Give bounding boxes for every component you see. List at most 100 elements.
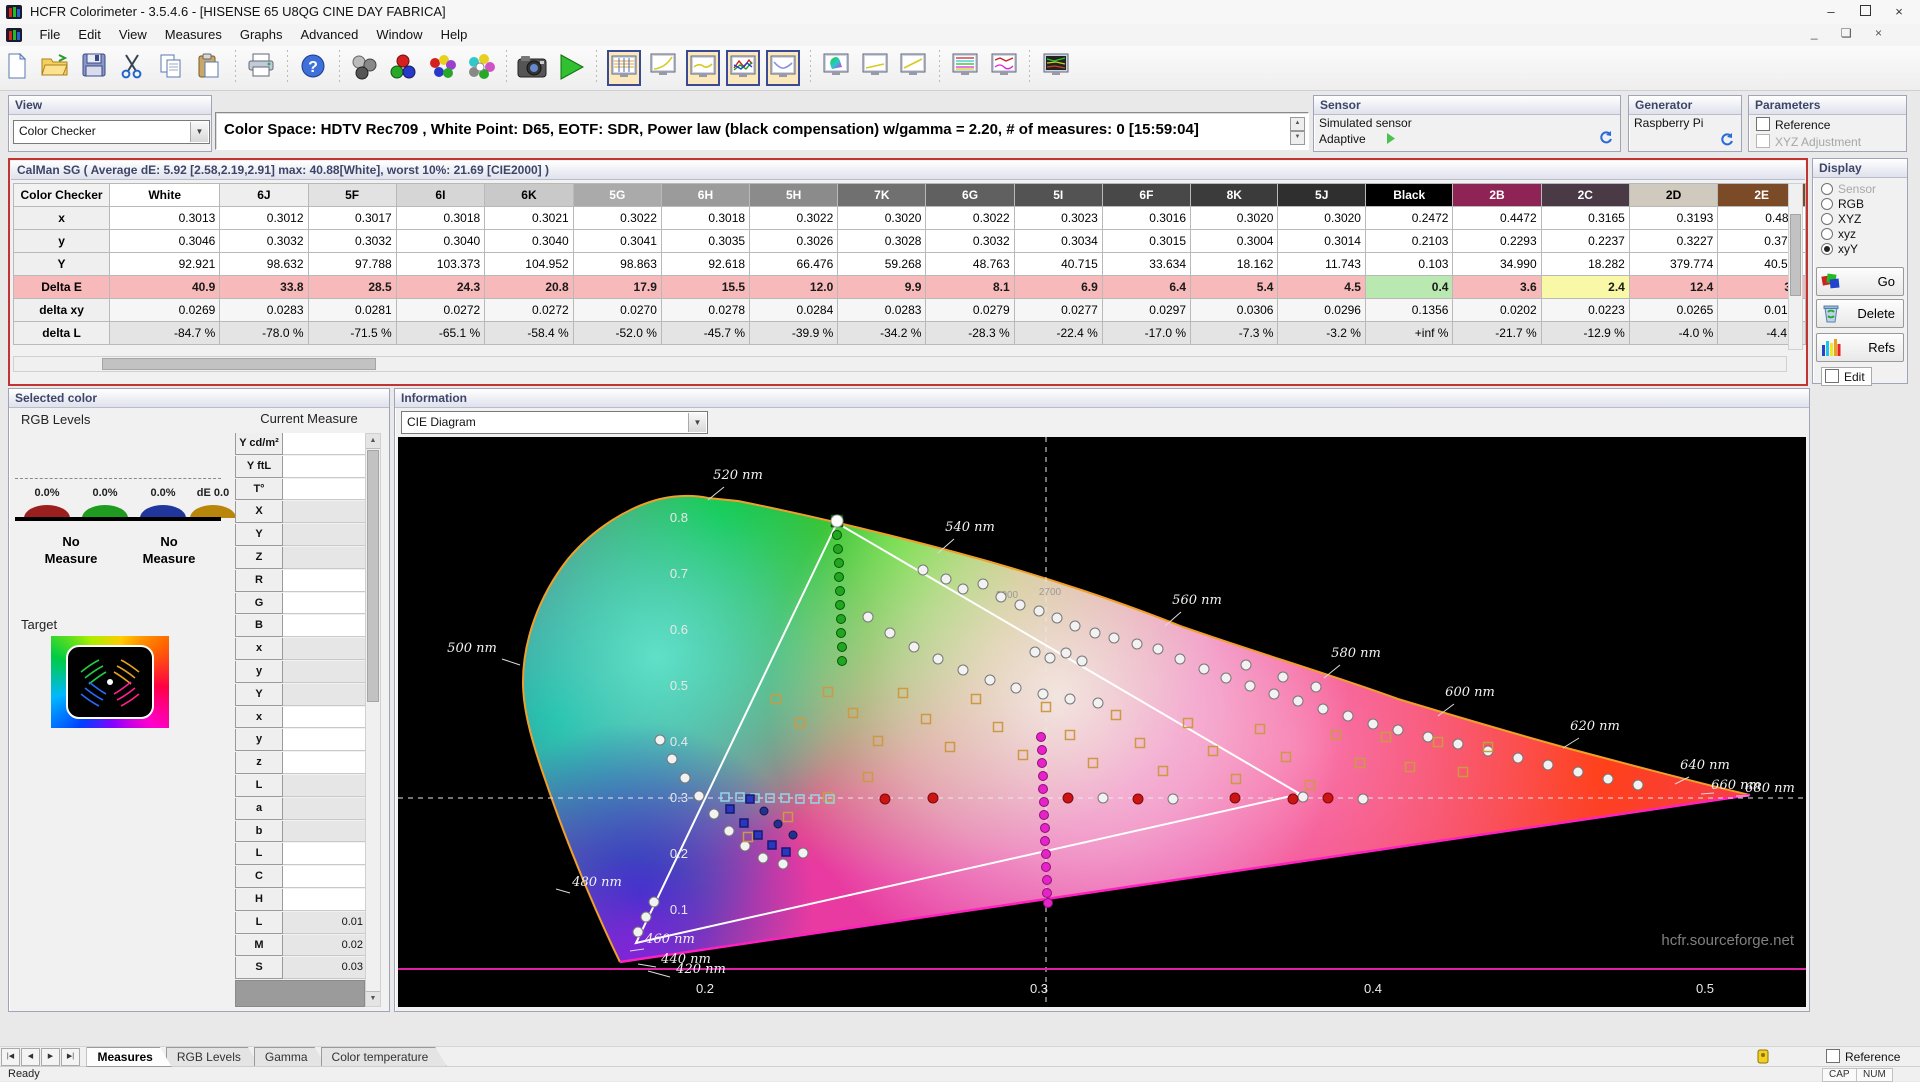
current-measure-value[interactable] — [283, 820, 368, 843]
current-measure-value[interactable] — [283, 889, 368, 911]
measure-cell[interactable]: 0.0272 — [484, 298, 574, 322]
paste-icon[interactable] — [193, 50, 225, 84]
current-measure-value[interactable] — [283, 866, 368, 888]
measure-cell[interactable]: 0.3040 — [395, 229, 486, 253]
current-measure-value[interactable] — [283, 501, 368, 524]
measure-cell[interactable]: 0.0272 — [395, 298, 486, 322]
measure-cell[interactable]: 0.3014 — [1277, 229, 1366, 253]
measure-cell[interactable]: 0.3193 — [1628, 206, 1719, 230]
measure-cell[interactable]: 0.0284 — [749, 298, 839, 322]
view-dark-chart-icon[interactable] — [1040, 50, 1072, 84]
current-measure-value[interactable] — [283, 478, 368, 501]
measure-cell[interactable]: -17.0 % — [1101, 321, 1192, 345]
measure-cell[interactable]: 0.0283 — [837, 298, 927, 322]
current-measure-value[interactable] — [283, 638, 368, 660]
reference-checkbox[interactable]: Reference — [1756, 117, 1830, 132]
measure-cell[interactable]: -58.4 % — [484, 321, 574, 345]
current-measure-value[interactable] — [283, 661, 368, 683]
measure-cell[interactable]: 0.3021 — [484, 206, 574, 230]
measure-cell[interactable]: 0.0277 — [1013, 298, 1103, 322]
tab-measures[interactable]: Measures — [86, 1047, 171, 1067]
measure-cell[interactable]: -45.7 % — [660, 321, 751, 345]
measure-cell[interactable]: 0.3165 — [1540, 206, 1630, 230]
current-measure-value[interactable] — [283, 775, 368, 797]
display-radio-xyz[interactable]: xyz — [1821, 228, 1907, 241]
measure-cell[interactable]: -12.9 % — [1540, 321, 1630, 345]
measure-cell[interactable]: 0.3041 — [572, 229, 662, 253]
measure-cell[interactable]: 33.634 — [1101, 252, 1192, 276]
measure-cell[interactable]: -28.3 % — [925, 321, 1015, 345]
next-tab-button[interactable]: ▶ — [41, 1048, 60, 1066]
measure-cell[interactable]: 0.3026 — [749, 229, 839, 253]
measure-cell[interactable]: 92.618 — [660, 252, 751, 276]
measure-cell[interactable]: 379.774 — [1628, 252, 1719, 276]
measure-cell[interactable]: -39.9 % — [749, 321, 839, 345]
measure-cell[interactable]: 24.3 — [395, 275, 486, 299]
measure-cell[interactable]: 92.921 — [109, 252, 221, 276]
current-measure-value[interactable] — [283, 752, 368, 774]
measure-cell[interactable]: 0.2103 — [1364, 229, 1454, 253]
sensor-balls-rgb-icon[interactable] — [387, 50, 419, 84]
measure-cell[interactable]: 97.788 — [307, 252, 397, 276]
measure-cell[interactable]: 0.3035 — [660, 229, 751, 253]
measure-cell[interactable]: 0.3022 — [749, 206, 839, 230]
column-header-6g[interactable]: 6G — [925, 183, 1015, 207]
column-header-5f[interactable]: 5F — [307, 183, 397, 207]
measure-cell[interactable]: -78.0 % — [219, 321, 309, 345]
measure-cell[interactable]: 0.3012 — [219, 206, 309, 230]
measure-cell[interactable]: -22.4 % — [1013, 321, 1103, 345]
measure-cell[interactable]: 0.0223 — [1540, 298, 1630, 322]
measure-cell[interactable]: 12.4 — [1628, 275, 1719, 299]
menu-help[interactable]: Help — [432, 24, 477, 45]
measure-cell[interactable]: -7.3 % — [1189, 321, 1279, 345]
measure-cell[interactable]: 34.990 — [1452, 252, 1542, 276]
current-measure-value[interactable] — [283, 592, 368, 615]
measure-cell[interactable]: 0.4 — [1364, 275, 1454, 299]
delete-button[interactable]: Delete — [1816, 299, 1904, 328]
reference-bottom-checkbox[interactable]: Reference — [1826, 1049, 1900, 1064]
measure-cell[interactable]: -34.2 % — [837, 321, 927, 345]
view-multiline-icon[interactable] — [949, 50, 981, 84]
measure-cell[interactable]: 0.3046 — [109, 229, 221, 253]
measure-cell[interactable]: 40.715 — [1013, 252, 1103, 276]
measure-cell[interactable]: 0.3040 — [484, 229, 574, 253]
measure-cell[interactable]: 0.2237 — [1540, 229, 1630, 253]
display-radio-xyz[interactable]: XYZ — [1821, 213, 1907, 226]
column-header-7k[interactable]: 7K — [837, 183, 927, 207]
column-header-6k[interactable]: 6K — [484, 183, 574, 207]
copy-icon[interactable] — [155, 50, 187, 84]
measure-cell[interactable]: 0.3020 — [1277, 206, 1366, 230]
current-measure-scrollbar[interactable]: ▲ ▼ — [365, 433, 381, 1007]
chevron-down-icon[interactable]: ▼ — [688, 413, 706, 432]
column-header-white[interactable]: White — [109, 183, 221, 207]
mdi-window-buttons[interactable]: _ ❏ × — [1811, 26, 1892, 40]
measure-cell[interactable]: 4.5 — [1277, 275, 1366, 299]
measure-cell[interactable]: 18.162 — [1189, 252, 1279, 276]
current-measure-value[interactable]: 0.03 — [283, 957, 368, 980]
current-measure-value[interactable] — [283, 569, 368, 592]
measure-cell[interactable]: 98.863 — [572, 252, 662, 276]
measure-cell[interactable]: 0.3018 — [395, 206, 486, 230]
close-button[interactable]: × — [1882, 0, 1916, 23]
measure-cell[interactable]: 98.632 — [219, 252, 309, 276]
print-icon[interactable] — [245, 50, 277, 84]
measure-cell[interactable]: 0.3004 — [1189, 229, 1279, 253]
radio-icon[interactable] — [1821, 228, 1833, 240]
current-measure-value[interactable] — [283, 729, 368, 752]
measure-cell[interactable]: 0.4472 — [1452, 206, 1542, 230]
tab-rgb-levels[interactable]: RGB Levels — [166, 1047, 260, 1067]
menu-window[interactable]: Window — [367, 24, 431, 45]
view-rgb-curves-icon[interactable] — [725, 50, 760, 86]
tab-gamma[interactable]: Gamma — [254, 1047, 327, 1067]
column-header-5h[interactable]: 5H — [749, 183, 839, 207]
display-radio-xyy[interactable]: xyY — [1821, 243, 1907, 256]
measure-cell[interactable]: -84.7 % — [109, 321, 221, 345]
play-measure-icon[interactable] — [555, 50, 587, 84]
checkbox-icon[interactable] — [1756, 117, 1770, 131]
measure-cell[interactable]: 0.3032 — [307, 229, 397, 253]
measure-cell[interactable]: 0.3016 — [1101, 206, 1192, 230]
current-measure-value[interactable] — [283, 797, 368, 820]
column-header-5g[interactable]: 5G — [572, 183, 662, 207]
column-header-6j[interactable]: 6J — [219, 183, 309, 207]
column-header-5j[interactable]: 5J — [1277, 183, 1366, 207]
